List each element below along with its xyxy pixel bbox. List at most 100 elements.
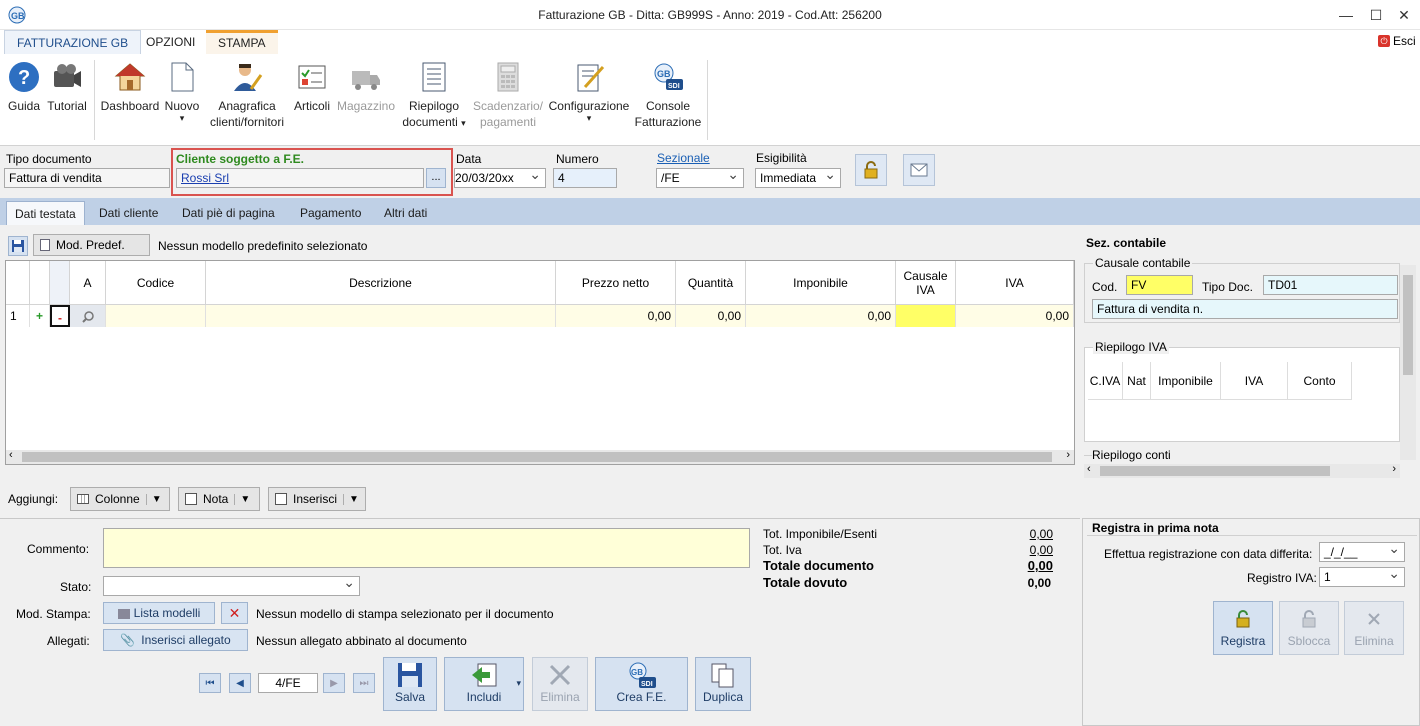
cell-descrizione[interactable] [206, 305, 556, 327]
scroll-left-icon[interactable]: ‹ [1087, 463, 1091, 475]
search-article-button[interactable] [70, 305, 106, 327]
minimize-button[interactable]: — [1336, 5, 1356, 25]
totale-dovuto-label: Totale dovuto [763, 575, 848, 590]
nota-button[interactable]: Nota ▼ [178, 487, 260, 511]
tipodoc-field[interactable]: TD01 [1263, 275, 1398, 295]
column-descrizione[interactable]: Descrizione [206, 261, 556, 305]
cell-quantita[interactable]: 0,00 [676, 305, 746, 327]
tab-stampa[interactable]: STAMPA [206, 30, 278, 54]
salva-button[interactable]: Salva [383, 657, 437, 711]
column-quantita[interactable]: Quantità [676, 261, 746, 305]
colonne-button[interactable]: Colonne ▼ [70, 487, 170, 511]
nav-last-button[interactable]: ⏭ [353, 673, 375, 693]
totale-documento-text: 0,00 [1027, 558, 1053, 573]
add-row-button[interactable]: + [30, 305, 50, 327]
inserisci-allegato-button[interactable]: 📎 Inserisci allegato [103, 629, 248, 651]
tab-dati-testata[interactable]: Dati testata [6, 201, 85, 225]
tab-dati-cliente[interactable]: Dati cliente [91, 201, 166, 225]
panel-horizontal-scrollbar[interactable]: ‹ › [1084, 463, 1400, 478]
commento-field[interactable] [103, 528, 750, 568]
svg-text:SDI: SDI [668, 83, 680, 90]
tutorial-button[interactable]: Tutorial [45, 60, 89, 114]
riepilogo-label-2-text: documenti [402, 115, 458, 129]
inserisci-button[interactable]: Inserisci ▼ [268, 487, 366, 511]
column-imponibile[interactable]: Imponibile [746, 261, 896, 305]
sezionale-label[interactable]: Sezionale [657, 151, 710, 165]
data-field[interactable]: 20/03/20xx [454, 168, 546, 188]
nuovo-button[interactable]: Nuovo ▾ [162, 60, 202, 123]
nav-record-field[interactable]: 4/FE [258, 673, 318, 693]
nav-first-button[interactable]: ⏮ [199, 673, 221, 693]
column-codice[interactable]: Codice [106, 261, 206, 305]
duplica-button[interactable]: Duplica [695, 657, 751, 711]
scroll-right-icon[interactable]: › [1066, 449, 1070, 461]
registro-iva-select[interactable]: 1 [1319, 567, 1405, 587]
vscroll-thumb[interactable] [1403, 275, 1413, 375]
cell-codice[interactable] [106, 305, 206, 327]
column-causale-iva[interactable]: Causale IVA [896, 261, 956, 305]
cell-imponibile[interactable]: 0,00 [746, 305, 896, 327]
truck-icon [350, 60, 382, 94]
cell-prezzo[interactable]: 0,00 [556, 305, 676, 327]
tab-fatturazione[interactable]: FATTURAZIONE GB [4, 30, 142, 54]
guida-button[interactable]: ? Guida [6, 60, 42, 114]
stato-select[interactable] [103, 576, 360, 596]
tab-altri-dati[interactable]: Altri dati [376, 201, 435, 225]
esigibilita-select[interactable]: Immediata [755, 168, 841, 188]
tab-pagamento[interactable]: Pagamento [292, 201, 369, 225]
remove-model-button[interactable]: ✕ [221, 602, 248, 624]
chevron-down-icon[interactable]: ▾ [516, 678, 521, 689]
crea-fe-button[interactable]: GB SDI Crea F.E. [595, 657, 688, 711]
dashboard-label: Dashboard [100, 99, 160, 113]
grid-horizontal-scrollbar[interactable]: ‹ › [6, 449, 1074, 464]
numero-field[interactable]: 4 [553, 168, 617, 188]
column-a[interactable]: A [70, 261, 106, 305]
differita-date-field[interactable]: _/_/__ [1319, 542, 1405, 562]
riepilogo-button[interactable]: Riepilogo documenti ▾ [400, 60, 468, 131]
cod-field[interactable]: FV [1126, 275, 1193, 295]
cliente-link[interactable]: Rossi Srl [181, 171, 229, 185]
delete-row-button[interactable]: - [50, 305, 70, 327]
anagrafica-button[interactable]: Anagrafica clienti/fornitori [205, 60, 289, 130]
panel-vertical-scrollbar[interactable] [1400, 265, 1416, 460]
lista-modelli-button[interactable]: Lista modelli [103, 602, 215, 624]
dashboard-button[interactable]: Dashboard [100, 60, 160, 114]
maximize-button[interactable]: ☐ [1366, 5, 1386, 25]
tipo-documento-field[interactable]: Fattura di vendita [4, 168, 170, 188]
chevron-down-icon: ▼ [145, 493, 162, 505]
cell-causale-iva[interactable] [896, 305, 956, 327]
exit-button[interactable]: ⏻ Esci [1378, 34, 1416, 48]
panel-scroll-thumb[interactable] [1100, 466, 1330, 476]
tab-opzioni[interactable]: OPZIONI [134, 30, 207, 54]
cliente-browse-button[interactable]: ... [426, 168, 446, 188]
mod-predef-button[interactable]: Mod. Predef. [33, 234, 150, 256]
email-button[interactable] [903, 154, 935, 186]
configurazione-button[interactable]: Configurazione ▾ [546, 60, 632, 123]
cell-iva[interactable]: 0,00 [956, 305, 1074, 327]
close-button[interactable]: ✕ [1394, 5, 1414, 25]
console-button[interactable]: GB SDI Console Fatturazione [634, 60, 702, 130]
includi-button[interactable]: Includi ▾ [444, 657, 524, 711]
tab-dati-pie-pagina[interactable]: Dati piè di pagina [174, 201, 283, 225]
save-model-button[interactable] [8, 236, 28, 256]
scroll-right-icon[interactable]: › [1392, 463, 1396, 475]
articoli-button[interactable]: Articoli [292, 60, 332, 114]
nav-prev-button[interactable]: ◀ [229, 673, 251, 693]
cliente-field[interactable]: Rossi Srl [176, 168, 424, 188]
tot-iva-link[interactable]: 0,00 [1030, 543, 1053, 557]
console-label-2: Fatturazione [634, 115, 702, 129]
scroll-left-icon[interactable]: ‹ [9, 449, 13, 461]
column-iva[interactable]: IVA [956, 261, 1074, 305]
chevron-down-icon: ▾ [586, 113, 592, 123]
causale-description-field[interactable]: Fattura di vendita n. [1092, 299, 1398, 319]
tot-imponibile-link[interactable]: 0,00 [1030, 527, 1053, 541]
guida-label: Guida [7, 99, 41, 113]
tot-iva-value[interactable]: 0,00 [1003, 543, 1053, 557]
sezionale-select[interactable]: /FE [656, 168, 744, 188]
tot-imponibile-value[interactable]: 0,00 [1003, 527, 1053, 541]
lock-button[interactable] [855, 154, 887, 186]
scroll-thumb[interactable] [22, 452, 1052, 462]
registra-button[interactable]: Registra [1213, 601, 1273, 655]
column-prezzo-netto[interactable]: Prezzo netto [556, 261, 676, 305]
nav-next-button[interactable]: ▶ [323, 673, 345, 693]
